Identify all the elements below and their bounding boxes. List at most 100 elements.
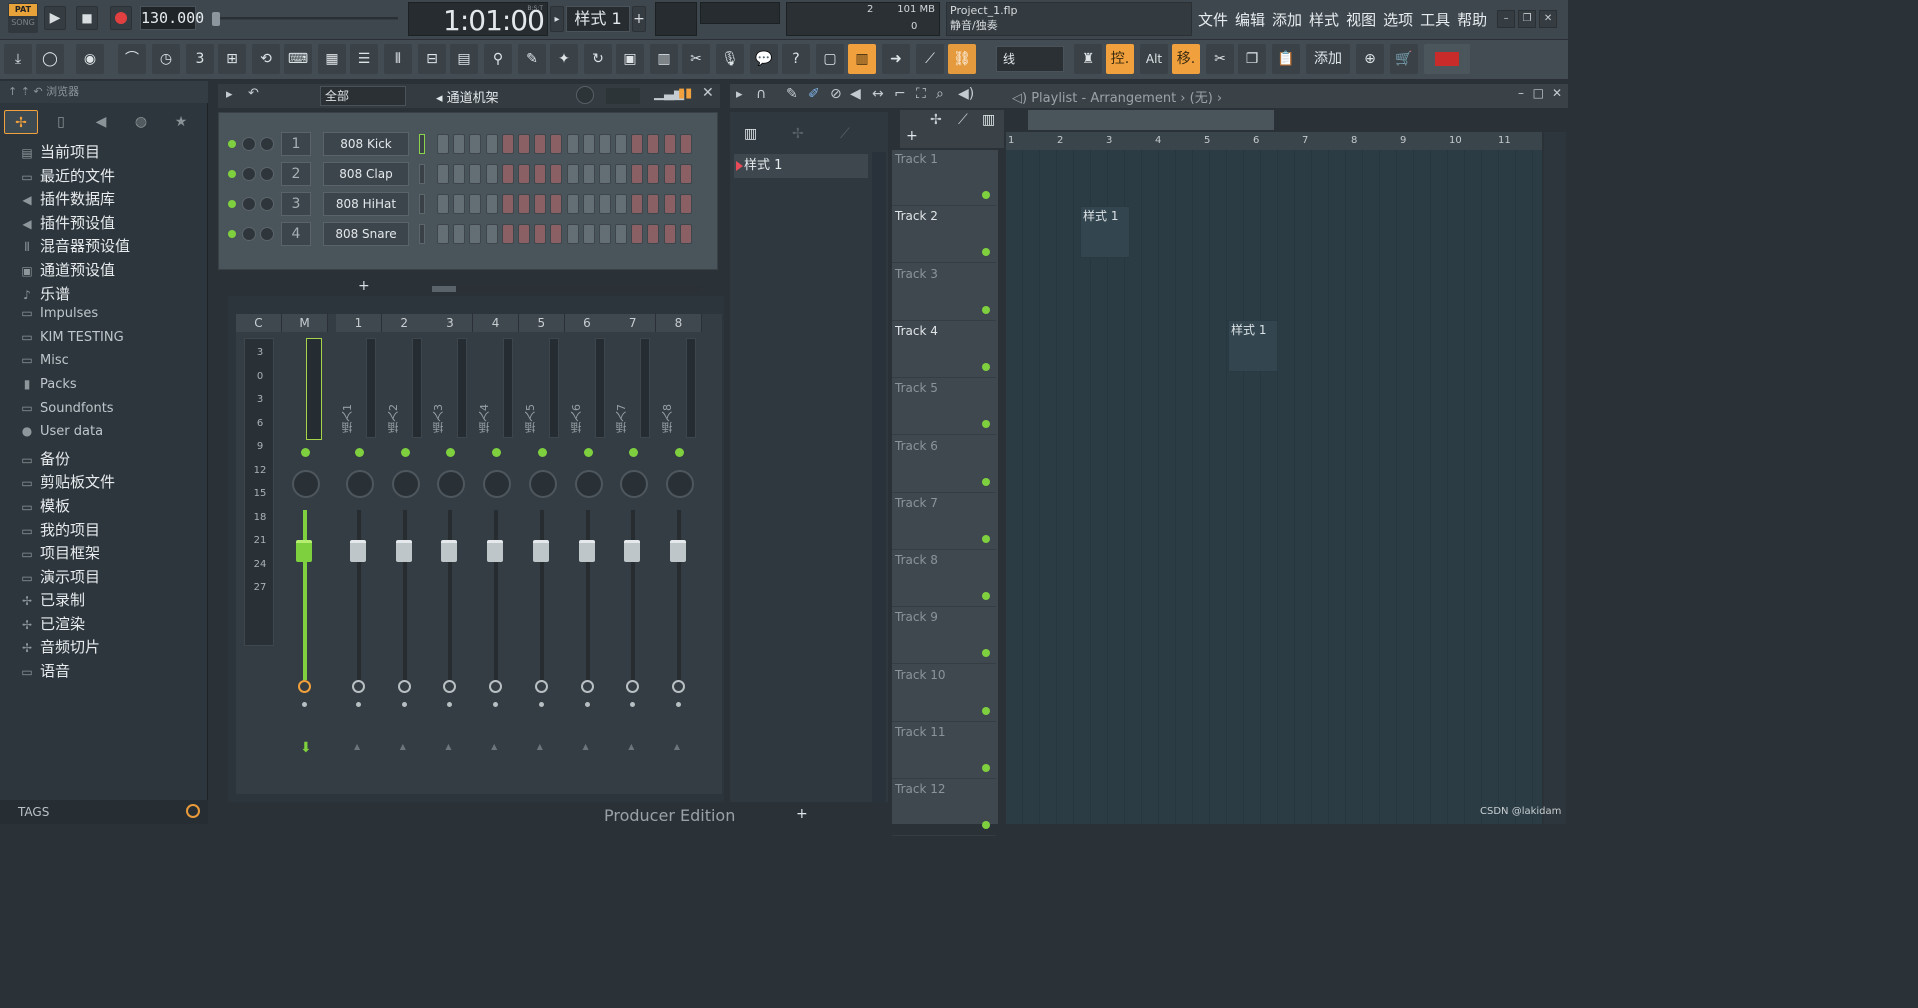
latency-icon[interactable]	[298, 680, 311, 693]
browser-item[interactable]: ♪ 乐谱	[0, 283, 208, 307]
control-button[interactable]: 控.	[1106, 44, 1134, 74]
mixer-strip[interactable]: 6 插入6 ▲	[564, 314, 611, 794]
browser-item[interactable]: ▤ 当前项目	[0, 141, 208, 165]
step-button[interactable]	[647, 224, 660, 244]
mixer-strip[interactable]: M ⬇	[282, 314, 328, 794]
window-icon[interactable]: ▢	[816, 44, 844, 74]
route-arrow-icon[interactable]: ▲	[445, 742, 451, 751]
pitch-knob-icon[interactable]: ◉	[76, 44, 104, 74]
copy-icon[interactable]: ❐	[1238, 44, 1266, 74]
microphone-icon[interactable]: 🎙	[716, 44, 744, 74]
track-mute-led[interactable]	[982, 420, 990, 429]
tab-all-icon[interactable]: ✢	[4, 110, 38, 134]
route-arrow-icon[interactable]: ▲	[583, 742, 589, 751]
channel-select[interactable]	[419, 164, 425, 184]
step-button[interactable]	[550, 224, 563, 244]
step-button[interactable]	[566, 164, 579, 184]
track-header[interactable]: Track 2	[892, 207, 996, 264]
playlist-play-icon[interactable]: ▸	[736, 87, 743, 102]
channel-pan-knob[interactable]	[242, 137, 256, 151]
strip-enable-led[interactable]	[674, 448, 684, 457]
step-button[interactable]	[501, 164, 514, 184]
step-button[interactable]	[517, 164, 530, 184]
track-header[interactable]: Track 12	[892, 780, 996, 837]
brush-icon[interactable]: ✎	[518, 44, 546, 74]
pattern-clip[interactable]: 样式 1	[1080, 206, 1130, 258]
channel-mixer-track[interactable]: 1	[281, 132, 311, 156]
step-button[interactable]	[517, 134, 530, 154]
step-button[interactable]	[598, 134, 611, 154]
menu-patterns[interactable]: 样式	[1309, 9, 1339, 30]
search-icon[interactable]	[186, 804, 200, 818]
mixer-icon[interactable]: ⫴	[384, 44, 412, 74]
step-button[interactable]	[647, 194, 660, 214]
channel-mixer-track[interactable]: 4	[281, 222, 311, 246]
close-button[interactable]: ✕	[1539, 10, 1558, 28]
step-button[interactable]	[615, 224, 628, 244]
channel-name-button[interactable]: 808 Snare	[323, 222, 409, 246]
step-button[interactable]	[566, 194, 579, 214]
track-mute-led[interactable]	[982, 592, 990, 601]
playlist-vertical-scrollbar[interactable]	[1544, 132, 1566, 824]
track-mute-led[interactable]	[982, 248, 990, 257]
record-button[interactable]	[110, 6, 132, 30]
track-header[interactable]: Track 7	[892, 494, 996, 550]
tempo-display[interactable]: 130.000	[140, 6, 204, 30]
playlist-horizontal-scrollbar[interactable]	[1028, 110, 1274, 130]
tab-files-icon[interactable]: ▯	[44, 110, 78, 134]
channel-volume-knob[interactable]	[260, 227, 274, 241]
strip-fader[interactable]	[487, 540, 504, 562]
channel-name-button[interactable]: 808 Kick	[323, 132, 409, 156]
pat-label[interactable]: PAT	[9, 4, 37, 16]
step-button[interactable]	[679, 134, 692, 154]
strip-fader[interactable]	[350, 540, 366, 562]
channel-volume-knob[interactable]	[260, 167, 274, 181]
track-header[interactable]: Track 5	[892, 379, 996, 436]
strip-enable-led[interactable]	[629, 448, 639, 457]
step-button[interactable]	[663, 134, 676, 154]
route-arrow-icon[interactable]: ▲	[537, 742, 543, 751]
channel-pan-knob[interactable]	[242, 167, 256, 181]
browser-item[interactable]: ◀ 插件数据库	[0, 188, 208, 212]
track-header[interactable]: Track 9	[892, 608, 996, 665]
rack-close-icon[interactable]: ✕	[702, 85, 714, 101]
step-button[interactable]	[631, 194, 644, 214]
piano-add-icon[interactable]: ⊞	[218, 44, 246, 74]
alt-button[interactable]: Alt	[1140, 44, 1168, 74]
link-icon[interactable]: ⛓	[948, 44, 976, 74]
route-dot[interactable]	[584, 702, 590, 707]
step-edit-icon[interactable]: 3	[186, 44, 214, 74]
wand-icon[interactable]: ✦	[550, 44, 578, 74]
route-arrow-icon[interactable]: ▲	[674, 742, 680, 751]
swing-knob[interactable]	[576, 86, 594, 104]
browser-item[interactable]: ▭ 模板	[0, 495, 208, 519]
step-button[interactable]	[453, 134, 466, 154]
menu-edit[interactable]: 编辑	[1235, 9, 1265, 30]
step-button[interactable]	[501, 224, 514, 244]
step-button[interactable]	[631, 164, 644, 184]
snap-mode-select[interactable]: 线	[996, 46, 1064, 72]
channel-pan-knob[interactable]	[242, 227, 256, 241]
track-mute-led[interactable]	[982, 534, 990, 543]
steps-icon[interactable]: ▮▮	[678, 86, 692, 101]
route-arrow-icon[interactable]: ▲	[628, 742, 634, 751]
pattern-selector[interactable]: 样式 1	[566, 6, 630, 32]
step-button[interactable]	[453, 224, 466, 244]
mixer-strip[interactable]: 7 插入7 ▲	[610, 314, 657, 794]
strip-pan-knob[interactable]	[574, 470, 603, 498]
browser-item[interactable]: ▭ Impulses	[0, 306, 208, 330]
playback-icon[interactable]: ◀)	[958, 86, 974, 102]
add-channel-button[interactable]: +	[358, 278, 370, 294]
route-dot[interactable]	[356, 702, 361, 707]
waveform-icon[interactable]: ⌒	[118, 44, 146, 74]
strip-pan-knob[interactable]	[391, 470, 420, 498]
step-button[interactable]	[615, 194, 628, 214]
strip-enable-led[interactable]	[583, 448, 593, 457]
render-icon[interactable]: ▥	[650, 44, 678, 74]
maximize-button[interactable]: ❐	[1518, 10, 1537, 28]
minimize-button[interactable]: –	[1497, 10, 1516, 28]
strip-fader[interactable]	[395, 540, 412, 562]
track-mute-led[interactable]	[982, 821, 990, 830]
metronome-icon[interactable]: ◷	[152, 44, 180, 74]
step-button[interactable]	[582, 224, 595, 244]
